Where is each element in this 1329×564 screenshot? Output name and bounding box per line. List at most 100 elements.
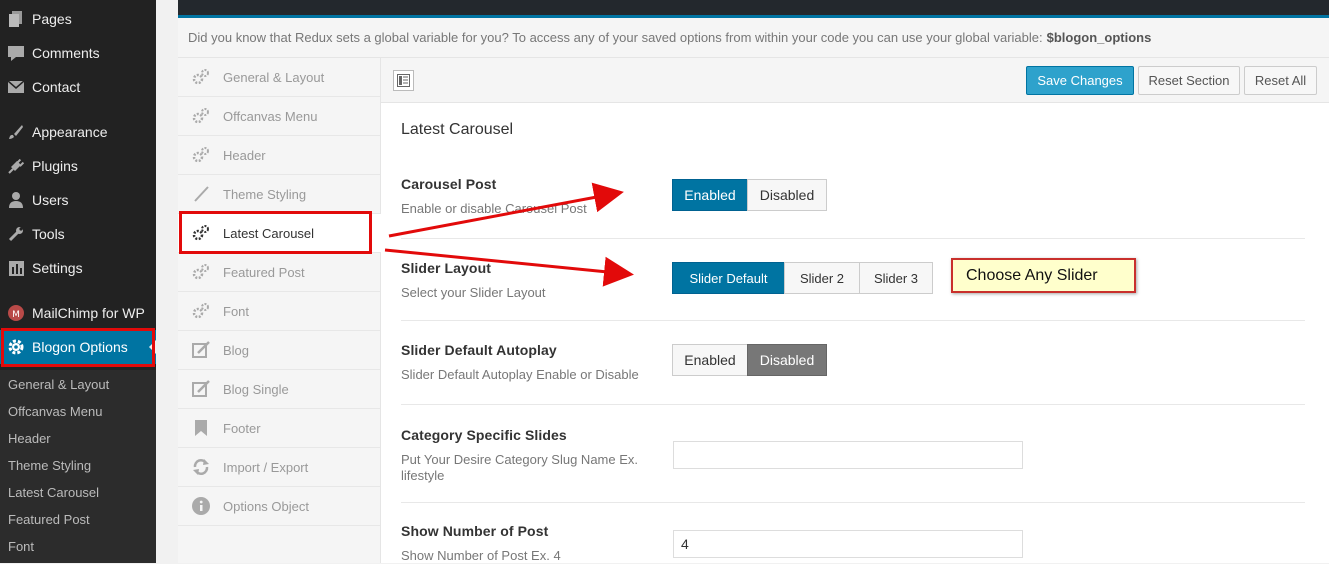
gears-icon	[178, 147, 223, 163]
menu-item-label: General & Layout	[223, 69, 325, 85]
field-desc: Show Number of Post Ex. 4	[401, 548, 561, 563]
menu-item-general[interactable]: General & Layout	[178, 58, 380, 97]
menu-item-options-object[interactable]: Options Object	[178, 487, 380, 526]
menu-item-footer[interactable]: Footer	[178, 409, 380, 448]
sidebar-item-comments[interactable]: Comments	[0, 36, 156, 70]
enabled-option[interactable]: Enabled	[672, 344, 748, 376]
sidebar-item-tools[interactable]: Tools	[0, 217, 156, 251]
sidebar-item-settings[interactable]: Settings	[0, 251, 156, 285]
sidebar-item-users[interactable]: Users	[0, 183, 156, 217]
menu-item-blog[interactable]: Blog	[178, 331, 380, 370]
mail-icon	[0, 81, 32, 93]
svg-text:M: M	[12, 310, 20, 320]
slider-3-option[interactable]: Slider 3	[859, 262, 933, 294]
slider-layout-options: Slider Default Slider 2 Slider 3	[672, 262, 933, 294]
menu-item-header[interactable]: Header	[178, 136, 380, 175]
submenu-item[interactable]: Font	[0, 533, 156, 560]
annotation-callout: Choose Any Slider	[951, 258, 1136, 293]
wrench-icon	[0, 226, 32, 242]
menu-item-label: Featured Post	[223, 264, 305, 280]
sidebar-item-label: Contact	[32, 79, 81, 95]
menu-item-label: Import / Export	[223, 459, 309, 475]
sidebar-item-label: Appearance	[32, 124, 108, 140]
menu-item-blog-single[interactable]: Blog Single	[178, 370, 380, 409]
disabled-option[interactable]: Disabled	[747, 179, 827, 211]
sidebar-item-label: Comments	[32, 45, 100, 61]
sidebar-item-plugins[interactable]: Plugins	[0, 149, 156, 183]
sidebar-item-label: Tools	[32, 226, 65, 242]
category-slug-input[interactable]	[673, 441, 1023, 469]
disabled-option[interactable]: Disabled	[747, 344, 827, 376]
layout-toggle-icon[interactable]	[393, 70, 414, 91]
field-desc: Slider Default Autoplay Enable or Disabl…	[401, 367, 639, 382]
field-desc: Enable or disable Carousel Post	[401, 201, 587, 216]
notice-text: Did you know that Redux sets a global va…	[188, 30, 1043, 45]
options-menu: General & Layout Offcanvas Menu Header T…	[178, 58, 381, 563]
enabled-option[interactable]: Enabled	[672, 179, 748, 211]
edit-icon	[178, 341, 223, 359]
brush-icon	[178, 186, 223, 202]
save-changes-button[interactable]: Save Changes	[1026, 66, 1134, 95]
menu-item-label: Header	[223, 147, 266, 163]
submenu-item[interactable]: Featured Post	[0, 506, 156, 533]
reset-section-button[interactable]: Reset Section	[1138, 66, 1240, 95]
menu-item-label: Blog	[223, 342, 250, 358]
comments-icon	[0, 45, 32, 61]
submenu-item[interactable]: General & Layout	[0, 371, 156, 398]
number-of-post-input[interactable]	[673, 530, 1023, 558]
menu-item-theme-styling[interactable]: Theme Styling	[178, 175, 380, 214]
slider-default-option[interactable]: Slider Default	[672, 262, 785, 294]
panel-header	[178, 0, 1329, 18]
menu-item-label: Offcanvas Menu	[223, 108, 318, 124]
info-icon	[178, 497, 223, 515]
user-icon	[0, 192, 32, 208]
sidebar-item-label: MailChimp for WP	[32, 305, 145, 321]
submenu-item[interactable]: Offcanvas Menu	[0, 398, 156, 425]
options-panel: Did you know that Redux sets a global va…	[178, 0, 1329, 563]
gears-icon	[178, 264, 223, 280]
field-title: Show Number of Post	[401, 523, 549, 539]
admin-sidebar: Pages Comments Contact Appearance Plugin…	[0, 0, 156, 563]
submenu-item[interactable]: Latest Carousel	[0, 479, 156, 506]
section-content: Latest Carousel Carousel Post Enable or …	[381, 103, 1329, 563]
field-carousel-post: Carousel Post Enable or disable Carousel…	[401, 162, 1305, 239]
settings-icon	[0, 260, 32, 276]
edit-icon	[178, 380, 223, 398]
field-number-of-post: Show Number of Post Show Number of Post …	[401, 503, 1305, 563]
options-toolbar: Save Changes Reset Section Reset All	[381, 58, 1329, 103]
submenu-item[interactable]: Header	[0, 425, 156, 452]
sidebar-item-appearance[interactable]: Appearance	[0, 115, 156, 149]
refresh-icon	[178, 458, 223, 476]
redux-notice: Did you know that Redux sets a global va…	[178, 18, 1329, 58]
menu-item-label: Blog Single	[223, 381, 289, 397]
menu-item-label: Theme Styling	[223, 186, 307, 202]
menu-item-label: Options Object	[223, 498, 309, 514]
menu-item-import-export[interactable]: Import / Export	[178, 448, 380, 487]
field-desc: Put Your Desire Category Slug Name Ex. l…	[401, 452, 639, 483]
field-category-slides: Category Specific Slides Put Your Desire…	[401, 405, 1305, 503]
submenu-item[interactable]: Theme Styling	[0, 452, 156, 479]
sidebar-item-label: Plugins	[32, 158, 78, 174]
gears-icon	[178, 69, 223, 85]
menu-item-offcanvas[interactable]: Offcanvas Menu	[178, 97, 380, 136]
brush-icon	[0, 124, 32, 140]
notice-variable: $blogon_options	[1046, 30, 1152, 45]
annotation-highlight	[179, 211, 372, 254]
field-title: Slider Layout	[401, 260, 491, 276]
field-title: Carousel Post	[401, 176, 497, 192]
sidebar-item-mailchimp[interactable]: M MailChimp for WP	[0, 296, 156, 330]
field-slider-layout: Slider Layout Select your Slider Layout …	[401, 239, 1305, 321]
sidebar-item-contact[interactable]: Contact	[0, 70, 156, 104]
plug-icon	[0, 158, 32, 174]
sidebar-item-label: Settings	[32, 260, 83, 276]
menu-item-label: Font	[223, 303, 250, 319]
slider-2-option[interactable]: Slider 2	[784, 262, 860, 294]
pages-icon	[0, 11, 32, 27]
sidebar-item-pages[interactable]: Pages	[0, 2, 156, 36]
menu-item-font[interactable]: Font	[178, 292, 380, 331]
reset-all-button[interactable]: Reset All	[1244, 66, 1317, 95]
section-title: Latest Carousel	[401, 121, 514, 138]
menu-item-featured-post[interactable]: Featured Post	[178, 253, 380, 292]
gears-icon	[178, 108, 223, 124]
field-title: Category Specific Slides	[401, 427, 567, 443]
